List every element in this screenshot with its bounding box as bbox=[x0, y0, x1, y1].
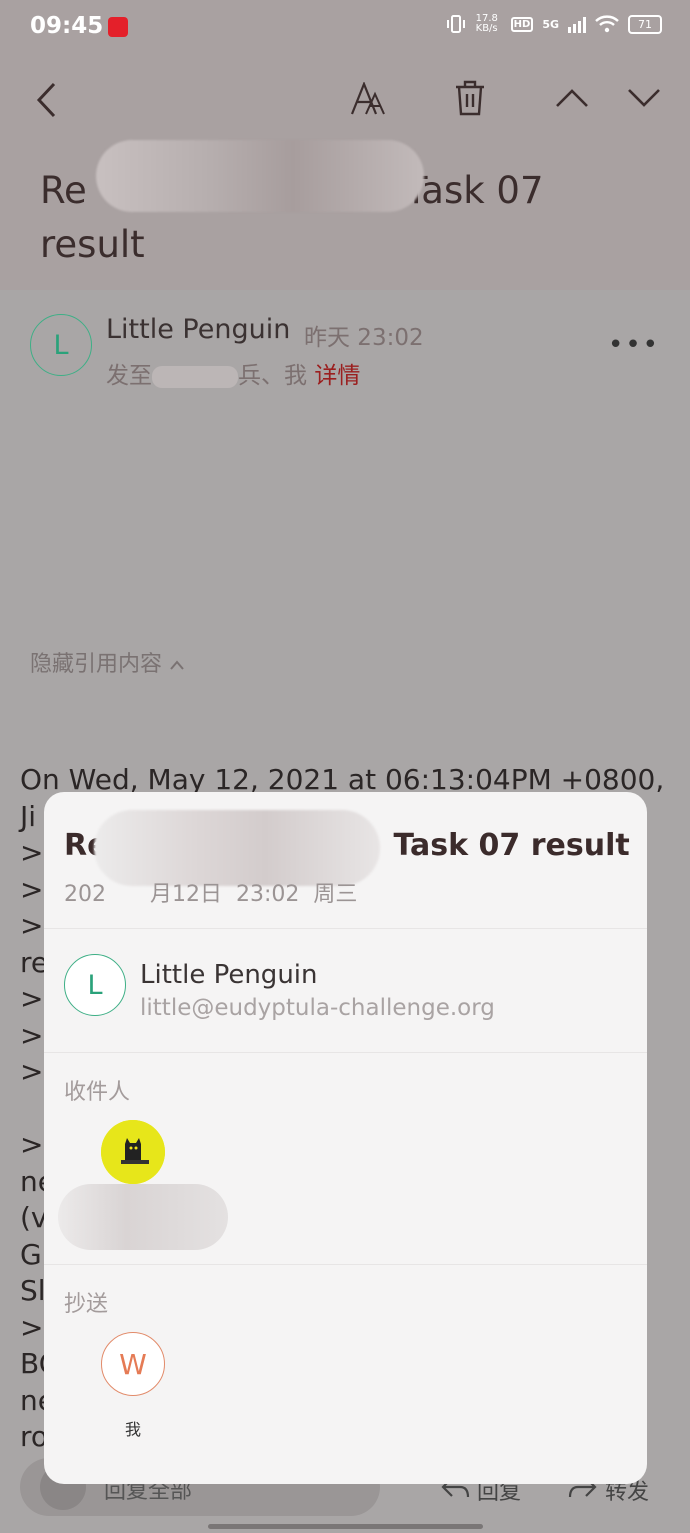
from-name: Little Penguin bbox=[140, 960, 318, 990]
recipient-avatar[interactable] bbox=[101, 1120, 165, 1184]
sender-name: Little Penguin bbox=[106, 314, 291, 345]
divider bbox=[44, 928, 647, 929]
divider bbox=[44, 1264, 647, 1265]
sender-avatar[interactable]: L bbox=[30, 314, 92, 376]
status-icons: 17.8 KB/s HD 5G 71 bbox=[445, 14, 662, 34]
previous-mail-icon[interactable] bbox=[555, 88, 589, 108]
from-email[interactable]: little@eudyptula-challenge.org bbox=[140, 995, 495, 1021]
redacted-recipient-name-blur bbox=[58, 1184, 228, 1250]
network-type: 5G bbox=[542, 17, 559, 31]
hide-quoted-toggle[interactable]: 隐藏引用内容 bbox=[30, 646, 185, 678]
mail-header: Re Task 07 result bbox=[0, 56, 690, 290]
cc-label: 抄送 bbox=[64, 1292, 109, 1317]
signal-icon bbox=[568, 15, 586, 33]
status-bar: 09:45 17.8 KB/s HD 5G 71 bbox=[0, 0, 690, 56]
home-indicator[interactable] bbox=[208, 1524, 483, 1529]
back-icon[interactable] bbox=[36, 82, 58, 118]
popup-date: 202 月12日 23:02 周三 bbox=[64, 882, 358, 907]
sender-row[interactable]: L Little Penguin 昨天 23:02 发至 兵、我 详情 ••• bbox=[0, 300, 690, 390]
hd-icon: HD bbox=[510, 16, 534, 32]
sendto-line: 发至 兵、我 详情 bbox=[106, 363, 361, 389]
chevron-up-icon bbox=[170, 660, 184, 670]
network-speed: 17.8 KB/s bbox=[475, 13, 498, 34]
next-mail-icon[interactable] bbox=[627, 88, 661, 108]
vibrate-icon bbox=[446, 15, 465, 33]
more-icon[interactable]: ••• bbox=[608, 330, 660, 360]
cc-avatar[interactable]: W bbox=[101, 1332, 165, 1396]
delete-icon[interactable] bbox=[455, 80, 485, 116]
sender-time: 昨天 23:02 bbox=[304, 325, 424, 351]
font-size-icon[interactable] bbox=[350, 82, 388, 116]
divider bbox=[44, 1052, 647, 1053]
notification-icon bbox=[108, 17, 128, 37]
to-label: 收件人 bbox=[64, 1080, 131, 1105]
details-link[interactable]: 详情 bbox=[314, 363, 360, 389]
mail-detail-popup: Re Task 07 result 202 月12日 23:02 周三 L Litt… bbox=[44, 792, 647, 1484]
cat-avatar-icon bbox=[101, 1120, 165, 1184]
from-avatar: L bbox=[64, 954, 126, 1016]
wifi-icon bbox=[595, 15, 619, 33]
status-time: 09:45 bbox=[30, 13, 104, 39]
redacted-popup-subject-blur bbox=[94, 810, 380, 886]
cc-name: 我 bbox=[124, 1420, 141, 1439]
battery-icon: 71 bbox=[628, 14, 662, 34]
redacted-subject-blur bbox=[96, 140, 424, 212]
